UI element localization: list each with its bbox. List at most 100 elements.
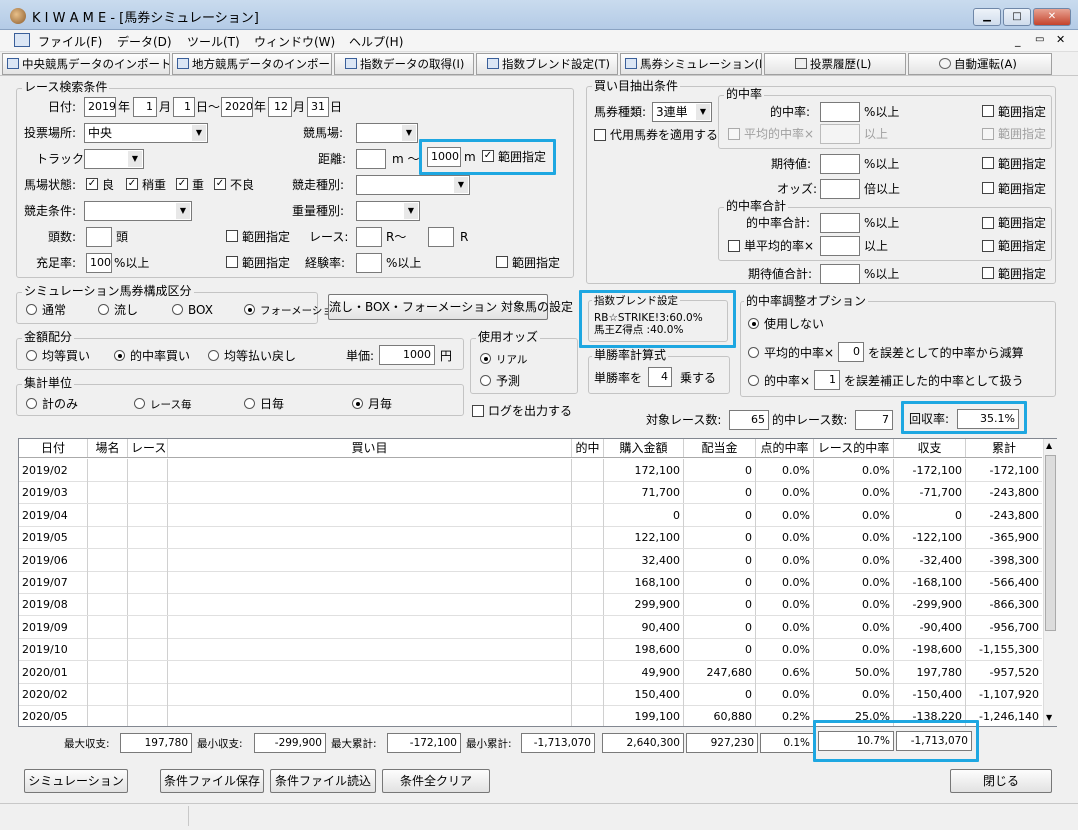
adjust-avg-input[interactable]: 0 [838, 342, 864, 362]
cond-heavy-checkbox[interactable]: ✓ [176, 178, 188, 190]
to-day-input[interactable]: 31 [307, 97, 329, 117]
load-conditions-button[interactable]: 条件ファイル読込 [270, 769, 376, 793]
table-row[interactable]: 2019/03 71,700 0 0.0% 0.0% -71,700 -243,800 [19, 481, 1042, 505]
cond-slightly-checkbox[interactable]: ✓ [126, 178, 138, 190]
import-central-button[interactable]: 中央競馬データのインポート(J) [2, 53, 170, 75]
adjust-none-radio[interactable] [748, 318, 759, 329]
ticket-type-select[interactable]: 3連単 ▼ [652, 102, 712, 122]
ticket-sim-button[interactable]: 馬券シミュレーション(B) [620, 53, 762, 75]
from-month-input[interactable]: 1 [133, 97, 157, 117]
menu-data[interactable]: データ(D) [117, 33, 172, 50]
close-window-button[interactable]: ✕ [1033, 8, 1071, 26]
exp-range-checkbox[interactable] [496, 256, 508, 268]
col-date[interactable]: 日付 [19, 439, 88, 457]
hit-total-range-checkbox[interactable] [982, 217, 994, 229]
agg-total-radio[interactable] [26, 398, 37, 409]
col-hit[interactable]: 的中 [572, 439, 604, 457]
save-conditions-button[interactable]: 条件ファイル保存 [160, 769, 264, 793]
distance-to-input[interactable]: 1000 [427, 147, 461, 167]
minimize-button[interactable]: ▁ [973, 8, 1001, 26]
single-avg-input[interactable] [820, 236, 860, 256]
clear-conditions-button[interactable]: 条件全クリア [382, 769, 490, 793]
comp-normal-radio[interactable] [26, 304, 37, 315]
expect-input[interactable] [820, 154, 860, 174]
avg-hit-checkbox[interactable] [728, 128, 740, 140]
mdi-close-icon[interactable]: ✕ [1056, 33, 1065, 46]
comp-box-radio[interactable] [172, 304, 183, 315]
menu-help[interactable]: ヘルプ(H) [349, 33, 403, 50]
log-output-checkbox[interactable] [472, 405, 484, 417]
money-hitrate-radio[interactable] [114, 350, 125, 361]
race-from-input[interactable] [356, 227, 382, 247]
money-equal-radio[interactable] [26, 350, 37, 361]
scroll-down-icon[interactable]: ▼ [1046, 713, 1052, 722]
money-equalpay-radio[interactable] [208, 350, 219, 361]
table-row[interactable]: 2019/07 168,100 0 0.0% 0.0% -168,100 -566,400 [19, 571, 1042, 594]
col-purchase[interactable]: 購入金額 [604, 439, 684, 457]
course-select[interactable]: ▼ [356, 123, 418, 143]
table-scrollbar[interactable]: ▲ ▼ [1043, 439, 1057, 726]
heads-range-checkbox[interactable] [226, 230, 238, 242]
odds-real-radio[interactable] [480, 353, 491, 364]
venue-type-select[interactable]: 中央 ▼ [84, 123, 208, 143]
results-table[interactable]: 日付 場名 レース 買い目 的中 購入金額 配当金 点的中率 レース的中率 収支… [18, 438, 1057, 727]
weight-select[interactable]: ▼ [356, 201, 420, 221]
mdi-minimize-icon[interactable]: _ [1015, 34, 1021, 47]
to-year-input[interactable]: 2020 [221, 97, 253, 117]
race-type-select[interactable]: ▼ [356, 175, 470, 195]
single-avg-checkbox[interactable] [728, 240, 740, 252]
vote-history-button[interactable]: 投票履歴(L) [764, 53, 906, 75]
unit-price-input[interactable]: 1000 [379, 345, 435, 365]
agg-month-radio[interactable] [352, 398, 363, 409]
fill-input[interactable]: 100 [86, 253, 112, 273]
from-year-input[interactable]: 2019 [84, 97, 116, 117]
cond-bad-checkbox[interactable]: ✓ [214, 178, 226, 190]
menu-tools[interactable]: ツール(T) [187, 33, 240, 50]
win-calc-input[interactable]: 4 [648, 367, 672, 387]
odds-forecast-radio[interactable] [480, 375, 491, 386]
fetch-index-button[interactable]: 指数データの取得(I) [334, 53, 474, 75]
avg-hit-input[interactable] [820, 124, 860, 144]
track-select[interactable]: ▼ [84, 149, 144, 169]
distance-range-checkbox[interactable]: ✓ [482, 150, 494, 162]
table-row[interactable]: 2019/05 122,100 0 0.0% 0.0% -122,100 -365,900 [19, 526, 1042, 550]
table-row[interactable]: 2020/01 49,900 247,680 0.6% 50.0% 197,780 -957… [19, 660, 1042, 684]
table-row[interactable]: 2019/10 198,600 0 0.0% 0.0% -198,600 -1,155,30… [19, 638, 1042, 662]
odds-filter-input[interactable] [820, 179, 860, 199]
comp-nagashi-radio[interactable] [98, 304, 109, 315]
menu-window[interactable]: ウィンドウ(W) [254, 33, 335, 50]
simulate-button[interactable]: シミュレーション [24, 769, 128, 793]
adjust-hit-input[interactable]: 1 [814, 370, 840, 390]
col-cumulative[interactable]: 累計 [966, 439, 1042, 457]
avg-hit-range-checkbox[interactable] [982, 128, 994, 140]
hit-rate-range-checkbox[interactable] [982, 105, 994, 117]
close-button[interactable]: 閉じる [950, 769, 1052, 793]
cond-good-checkbox[interactable]: ✓ [86, 178, 98, 190]
table-row[interactable]: 2019/09 90,400 0 0.0% 0.0% -90,400 -956,700 [19, 615, 1042, 639]
maximize-button[interactable]: □ [1003, 8, 1031, 26]
setup-target-button[interactable]: 流し・BOX・フォーメーション 対象馬の設定 [328, 294, 573, 320]
table-row[interactable]: 2020/02 150,400 0 0.0% 0.0% -150,400 -1,107,92… [19, 683, 1042, 706]
scroll-up-icon[interactable]: ▲ [1046, 441, 1052, 450]
exp-input[interactable] [356, 253, 382, 273]
adjust-hit-radio[interactable] [748, 375, 759, 386]
table-row[interactable]: 2019/04 0 0 0.0% 0.0% 0 -243,800 [19, 503, 1042, 527]
expect-range-checkbox[interactable] [982, 157, 994, 169]
col-payout[interactable]: 配当金 [684, 439, 756, 457]
distance-from-input[interactable] [356, 149, 386, 169]
comp-formation-radio[interactable] [244, 304, 255, 315]
import-local-button[interactable]: 地方競馬データのインポート(N) [172, 53, 332, 75]
menu-file[interactable]: ファイル(F) [38, 33, 102, 50]
race-to-input[interactable] [428, 227, 454, 247]
single-avg-range-checkbox[interactable] [982, 240, 994, 252]
col-income[interactable]: 収支 [894, 439, 966, 457]
expect-total-range-checkbox[interactable] [982, 267, 994, 279]
adjust-avg-radio[interactable] [748, 347, 759, 358]
hit-total-input[interactable] [820, 213, 860, 233]
auto-run-button[interactable]: 自動運転(A) [908, 53, 1052, 75]
scroll-thumb[interactable] [1045, 455, 1056, 631]
col-bets[interactable]: 買い目 [168, 439, 572, 457]
from-day-input[interactable]: 1 [173, 97, 195, 117]
odds-range-checkbox[interactable] [982, 182, 994, 194]
index-blend-button[interactable]: 指数ブレンド設定(T) [476, 53, 618, 75]
